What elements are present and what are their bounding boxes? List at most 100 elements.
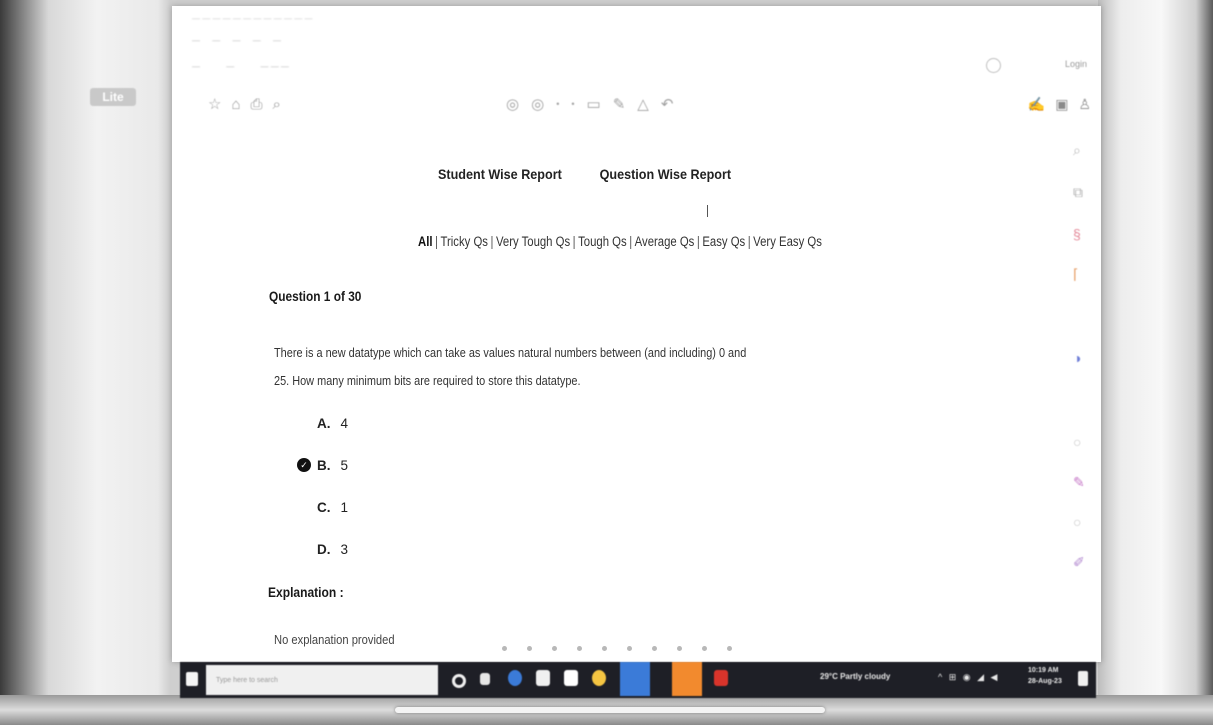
pen-icon[interactable]: ✐ [1073, 554, 1085, 571]
store-icon[interactable] [564, 670, 578, 686]
edge-icon[interactable] [508, 670, 522, 686]
profile-circle-icon[interactable] [986, 58, 1001, 73]
pen-icon[interactable]: ✎ [613, 95, 626, 113]
weather-widget[interactable]: 29°C Partly cloudy [820, 672, 890, 681]
windows-taskbar: Type here to search 29°C Partly cloudy ^… [180, 662, 1096, 698]
filter-separator: | [435, 234, 438, 249]
pdf-reader-icon[interactable] [714, 670, 728, 686]
half-circle-icon[interactable]: ◑ [1073, 350, 1081, 366]
filter-separator: | [696, 234, 700, 249]
question-line: 25. How many minimum bits are required t… [274, 373, 581, 388]
home-icon[interactable]: ⌂ [231, 96, 240, 113]
widgets-icon[interactable] [480, 673, 490, 685]
page-dot[interactable] [652, 646, 657, 651]
option-value: 5 [340, 457, 349, 473]
highlighter-icon[interactable]: △ [637, 95, 649, 113]
menu-item[interactable]: — [192, 36, 200, 45]
page-dot[interactable] [727, 646, 732, 651]
pdf-toolbar-left: ☆ ⌂ ⎙ ⌕ [208, 94, 281, 114]
start-button-icon[interactable] [186, 672, 198, 686]
page-dot[interactable] [552, 646, 557, 651]
copy-icon[interactable]: ⧉ [1073, 184, 1083, 201]
dot-icon: • [571, 99, 575, 109]
tab-divider [707, 205, 708, 217]
option-a[interactable]: A. 4 [317, 414, 348, 432]
difficulty-filter-row: All | Tricky Qs | Very Tough Qs | Tough Qs | Ave… [418, 234, 822, 249]
menu-item[interactable]: — [273, 36, 281, 45]
file-explorer-icon[interactable] [536, 670, 550, 686]
filter-all[interactable]: All [418, 234, 433, 249]
monitor-bezel-right [1098, 0, 1213, 725]
taskbar-search-input[interactable]: Type here to search [206, 665, 438, 695]
page-dot[interactable] [577, 646, 582, 651]
tab-student-wise-report[interactable]: Student Wise Report [438, 166, 562, 182]
left-screen-logo: Lite [90, 88, 136, 106]
zoom-out-icon[interactable]: ◎ [506, 95, 519, 113]
option-value: 1 [340, 499, 349, 515]
filter-tricky[interactable]: Tricky Qs [440, 234, 487, 249]
page-dot[interactable] [702, 646, 707, 651]
filter-very-tough[interactable]: Very Tough Qs [496, 234, 570, 249]
task-view-icon[interactable] [452, 674, 466, 688]
option-d[interactable]: D. 3 [317, 540, 348, 558]
menu-item[interactable]: — [232, 36, 240, 45]
page-dot[interactable] [677, 646, 682, 651]
circle-outline-icon[interactable]: ○ [1073, 434, 1081, 450]
user-icon[interactable]: ♙ [1078, 96, 1091, 113]
page-dot[interactable] [502, 646, 507, 651]
option-letter: C. [317, 499, 331, 515]
report-tabs: Student Wise Report Question Wise Report [438, 166, 731, 182]
print-icon[interactable]: ⎙ [251, 96, 263, 113]
filter-average[interactable]: Average Qs [635, 234, 695, 249]
tab-question-wise-report[interactable]: Question Wise Report [600, 166, 732, 182]
page-indicator-dots [502, 646, 732, 651]
filter-separator: | [572, 234, 576, 249]
address-item[interactable]: — [192, 62, 200, 71]
active-app-icon[interactable] [620, 662, 650, 696]
page-dot[interactable] [602, 646, 607, 651]
filter-separator: | [629, 234, 633, 249]
option-c[interactable]: C. 1 [317, 498, 348, 516]
bookmark-icon[interactable]: § [1073, 226, 1081, 242]
star-icon[interactable]: ☆ [208, 95, 221, 113]
option-value: 3 [340, 541, 349, 557]
chrome-icon[interactable] [592, 670, 606, 686]
question-header: Question 1 of 30 [269, 289, 362, 304]
panel-icon[interactable]: ▣ [1055, 96, 1068, 113]
bracket-icon[interactable]: ⌈ [1073, 266, 1078, 283]
sign-icon[interactable]: ✍ [1028, 96, 1045, 113]
address-item[interactable]: — [226, 62, 234, 71]
page-dot[interactable] [527, 646, 532, 651]
option-value: 4 [340, 415, 349, 431]
menu-item[interactable]: — [212, 36, 220, 45]
zoom-in-icon[interactable]: ◎ [531, 95, 544, 113]
clock-date: 28-Aug-23 [1028, 678, 1062, 685]
correct-answer-icon: ✓ [297, 458, 311, 472]
pdf-toolbar-center: ◎ ◎ • • ▭ ✎ △ ↶ [506, 94, 673, 114]
notification-icon[interactable] [1078, 671, 1088, 686]
undo-icon[interactable]: ↶ [661, 95, 674, 113]
pdf-toolbar-right: ✍ ▣ ♙ [1028, 94, 1091, 114]
circle-outline-icon[interactable]: ○ [1073, 514, 1081, 530]
screen: — — — — — — — — — — — — — — — — — — — — … [172, 6, 1101, 662]
search-icon[interactable]: ⌕ [273, 96, 281, 113]
filter-separator: | [490, 234, 494, 249]
orange-app-icon[interactable] [672, 662, 702, 696]
clock-time: 10:19 AM [1028, 667, 1059, 674]
dot-icon: • [556, 99, 560, 109]
taskbar-clock[interactable]: 10:19 AM 28-Aug-23 [1028, 665, 1062, 687]
filter-tough[interactable]: Tough Qs [578, 234, 627, 249]
filter-very-easy[interactable]: Very Easy Qs [753, 234, 822, 249]
comment-icon[interactable]: ▭ [587, 95, 601, 113]
option-letter: D. [317, 541, 331, 557]
menu-item[interactable]: — [253, 36, 261, 45]
option-b[interactable]: ✓ B. 5 [297, 456, 348, 474]
address-item[interactable]: — — — [260, 62, 288, 71]
search-icon[interactable]: ⌕ [1073, 142, 1081, 159]
login-link[interactable]: Login [1065, 59, 1087, 69]
option-letter: B. [317, 457, 331, 473]
system-tray-icons[interactable]: ^ ⊞ ◉ ◢ ◀ [938, 672, 999, 683]
draw-icon[interactable]: ✎ [1073, 474, 1085, 491]
filter-easy[interactable]: Easy Qs [702, 234, 745, 249]
page-dot[interactable] [627, 646, 632, 651]
